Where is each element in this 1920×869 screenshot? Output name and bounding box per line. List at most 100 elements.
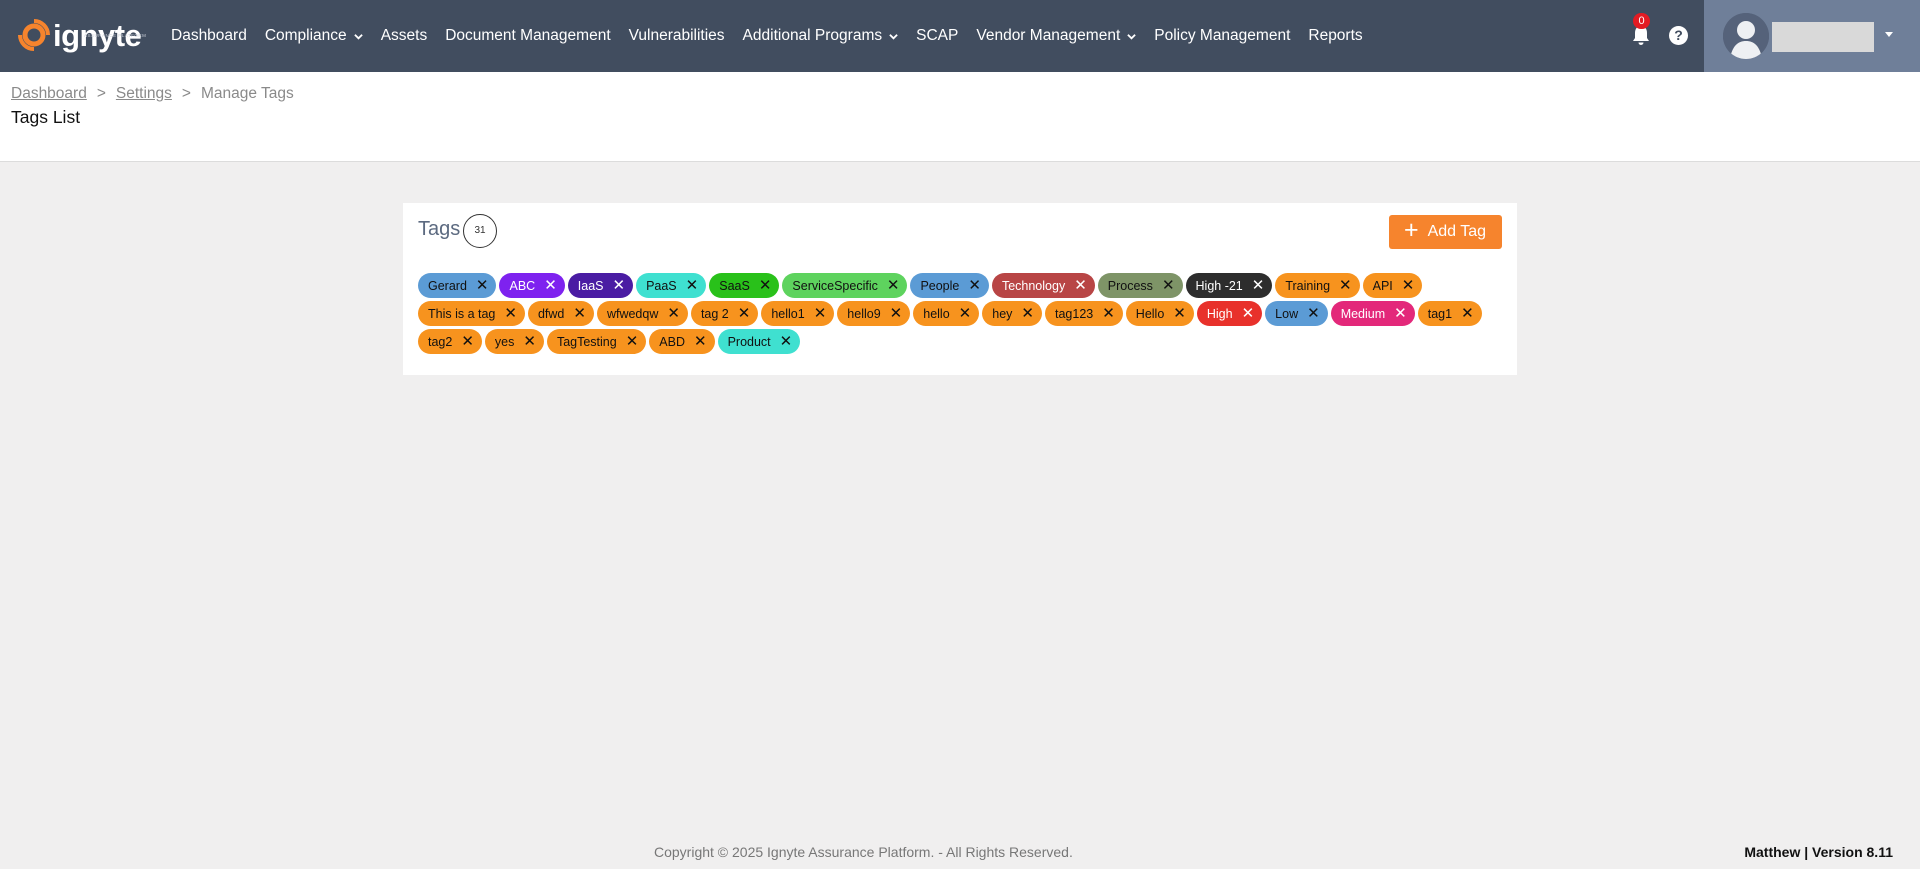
tag-chip[interactable]: API ✕ — [1362, 273, 1423, 298]
nav-scap[interactable]: SCAP — [916, 27, 958, 45]
remove-tag-icon[interactable]: ✕ — [523, 334, 536, 349]
tag-chip[interactable]: Medium ✕ — [1330, 301, 1415, 326]
remove-tag-icon[interactable]: ✕ — [694, 334, 707, 349]
remove-tag-icon[interactable]: ✕ — [1402, 278, 1415, 293]
breadcrumb-settings[interactable]: Settings — [116, 85, 172, 103]
tag-chip[interactable]: tag2 ✕ — [418, 329, 482, 354]
remove-tag-icon[interactable]: ✕ — [612, 278, 625, 293]
nav-reports[interactable]: Reports — [1308, 27, 1362, 45]
remove-tag-icon[interactable]: ✕ — [667, 306, 680, 321]
tag-label: ABC — [509, 278, 536, 293]
tag-label: People — [920, 278, 960, 293]
tag-chip[interactable]: yes ✕ — [484, 329, 544, 354]
tag-chip[interactable]: tag 2 ✕ — [690, 301, 759, 326]
remove-tag-icon[interactable]: ✕ — [759, 278, 772, 293]
tag-label: API — [1372, 278, 1393, 293]
tag-label: tag1 — [1427, 306, 1453, 321]
remove-tag-icon[interactable]: ✕ — [1307, 306, 1320, 321]
tag-label: IaaS — [577, 278, 604, 293]
tag-chip[interactable]: IaaS ✕ — [567, 273, 634, 298]
tag-chip[interactable]: hello9 ✕ — [837, 301, 911, 326]
remove-tag-icon[interactable]: ✕ — [544, 278, 557, 293]
tag-chip[interactable]: Process ✕ — [1097, 273, 1183, 298]
tag-label: This is a tag — [428, 306, 496, 321]
tag-chip[interactable]: ABC ✕ — [499, 273, 565, 298]
remove-tag-icon[interactable]: ✕ — [814, 306, 827, 321]
footer-version: Matthew | Version 8.11 — [1744, 844, 1893, 860]
remove-tag-icon[interactable]: ✕ — [780, 334, 793, 349]
breadcrumb-dashboard[interactable]: Dashboard — [11, 85, 87, 103]
tag-chip[interactable]: TagTesting ✕ — [546, 329, 647, 354]
chevron-down-icon — [1127, 33, 1136, 40]
tag-label: High — [1206, 306, 1233, 321]
tag-chip[interactable]: This is a tag ✕ — [418, 301, 525, 326]
remove-tag-icon[interactable]: ✕ — [1021, 306, 1034, 321]
tag-label: Technology — [1001, 278, 1066, 293]
tag-chip[interactable]: hey ✕ — [982, 301, 1042, 326]
remove-tag-icon[interactable]: ✕ — [1074, 278, 1087, 293]
help-icon[interactable]: ? — [1669, 26, 1688, 45]
remove-tag-icon[interactable]: ✕ — [968, 278, 981, 293]
tag-chip[interactable]: wfwedqw ✕ — [596, 301, 688, 326]
tag-label: ABD — [659, 334, 685, 349]
tag-label: Medium — [1340, 306, 1386, 321]
tag-chip[interactable]: ABD ✕ — [649, 329, 715, 354]
add-tag-button[interactable]: + Add Tag — [1389, 215, 1502, 249]
tag-label: High -21 — [1195, 278, 1243, 293]
tag-chip[interactable]: hello ✕ — [913, 301, 980, 326]
tag-chip[interactable]: ServiceSpecific ✕ — [782, 273, 908, 298]
notification-count-badge: 0 — [1633, 13, 1650, 29]
remove-tag-icon[interactable]: ✕ — [1102, 306, 1115, 321]
remove-tag-icon[interactable]: ✕ — [1339, 278, 1352, 293]
remove-tag-icon[interactable]: ✕ — [626, 334, 639, 349]
tags-card: Tags 31 + Add Tag Gerard ✕ ABC ✕ IaaS ✕ PaaS ✕ S… — [403, 203, 1517, 375]
remove-tag-icon[interactable]: ✕ — [573, 306, 586, 321]
breadcrumb: Dashboard > Settings > Manage Tags — [11, 85, 294, 103]
tag-chip[interactable]: Product ✕ — [717, 329, 801, 354]
tag-chip[interactable]: Low ✕ — [1265, 301, 1328, 326]
remove-tag-icon[interactable]: ✕ — [686, 278, 699, 293]
tag-chip[interactable]: Gerard ✕ — [418, 273, 497, 298]
nav-dashboard[interactable]: Dashboard — [171, 27, 247, 45]
tag-chip[interactable]: dfwd ✕ — [527, 301, 594, 326]
tag-list: Gerard ✕ ABC ✕ IaaS ✕ PaaS ✕ SaaS ✕ ServiceSpecifi… — [418, 273, 1508, 354]
nav-additional-programs[interactable]: Additional Programs — [743, 27, 899, 45]
remove-tag-icon[interactable]: ✕ — [887, 278, 900, 293]
tag-chip[interactable]: Hello ✕ — [1125, 301, 1194, 326]
remove-tag-icon[interactable]: ✕ — [476, 278, 489, 293]
remove-tag-icon[interactable]: ✕ — [504, 306, 517, 321]
remove-tag-icon[interactable]: ✕ — [1162, 278, 1175, 293]
remove-tag-icon[interactable]: ✕ — [1173, 306, 1186, 321]
tag-label: yes — [494, 334, 515, 349]
remove-tag-icon[interactable]: ✕ — [461, 334, 474, 349]
tag-chip[interactable]: High ✕ — [1196, 301, 1263, 326]
tag-chip[interactable]: High -21 ✕ — [1185, 273, 1273, 298]
plus-icon: + — [1404, 216, 1419, 244]
remove-tag-icon[interactable]: ✕ — [1394, 306, 1407, 321]
nav-policy-management[interactable]: Policy Management — [1154, 27, 1290, 45]
tag-chip[interactable]: Technology ✕ — [991, 273, 1095, 298]
tag-label: tag 2 — [700, 306, 729, 321]
tag-chip[interactable]: People ✕ — [910, 273, 989, 298]
remove-tag-icon[interactable]: ✕ — [890, 306, 903, 321]
tags-count-badge: 31 — [463, 214, 497, 248]
nav-vulnerabilities[interactable]: Vulnerabilities — [629, 27, 725, 45]
nav-assets[interactable]: Assets — [381, 27, 428, 45]
nav-document-management[interactable]: Document Management — [445, 27, 610, 45]
user-menu[interactable] — [1704, 0, 1920, 72]
tag-chip[interactable]: SaaS ✕ — [709, 273, 780, 298]
tag-chip[interactable]: PaaS ✕ — [636, 273, 707, 298]
remove-tag-icon[interactable]: ✕ — [738, 306, 751, 321]
tag-label: dfwd — [537, 306, 565, 321]
tag-chip[interactable]: tag1 ✕ — [1417, 301, 1482, 326]
tag-chip[interactable]: hello1 ✕ — [761, 301, 835, 326]
tag-label: hello1 — [771, 306, 805, 321]
remove-tag-icon[interactable]: ✕ — [1252, 278, 1265, 293]
remove-tag-icon[interactable]: ✕ — [1242, 306, 1255, 321]
tag-chip[interactable]: tag123 ✕ — [1044, 301, 1123, 326]
tag-chip[interactable]: Training ✕ — [1275, 273, 1360, 298]
remove-tag-icon[interactable]: ✕ — [959, 306, 972, 321]
nav-vendor-management[interactable]: Vendor Management — [976, 27, 1136, 45]
remove-tag-icon[interactable]: ✕ — [1461, 306, 1474, 321]
nav-compliance[interactable]: Compliance — [265, 27, 363, 45]
